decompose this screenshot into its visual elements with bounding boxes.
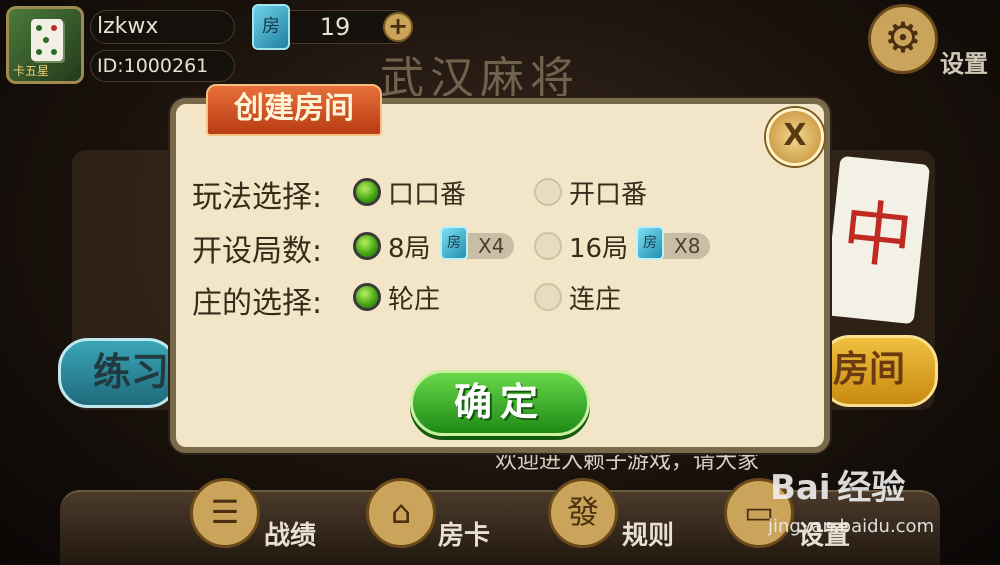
play-mode-label: 玩法选择:: [192, 180, 323, 215]
option-koukoufan[interactable]: 口口番: [388, 174, 466, 211]
game-title-logo: 武汉麻将: [380, 53, 580, 104]
username: lzkwx: [90, 10, 235, 44]
radio-8-rounds[interactable]: [353, 232, 381, 260]
tag-icon[interactable]: ⌂: [366, 478, 436, 548]
room-card-small-icon: 房: [440, 226, 468, 260]
radio-consecutive-dealer[interactable]: [534, 283, 562, 311]
room-card-icon: 房: [252, 4, 290, 50]
gear-icon: ⚙: [884, 13, 922, 62]
settings-button[interactable]: ⚙: [868, 4, 938, 74]
nav-rules-label[interactable]: 规则: [622, 515, 674, 552]
nav-roomcard-label[interactable]: 房卡: [438, 515, 490, 552]
mahjong-tile-icon: [31, 19, 63, 61]
settings-label: 设置: [940, 50, 988, 78]
radio-rotate-dealer[interactable]: [353, 283, 381, 311]
red-dragon-tile: 中: [823, 155, 931, 325]
option-16-rounds[interactable]: 16局: [569, 228, 628, 265]
dialog-title: 创建房间: [206, 84, 382, 136]
dealer-choice-label: 庄的选择:: [192, 286, 323, 321]
nav-record-label[interactable]: 战绩: [264, 515, 316, 552]
close-icon[interactable]: X: [766, 108, 824, 166]
round-count-label: 开设局数:: [192, 234, 323, 269]
record-icon[interactable]: ☰: [190, 478, 260, 548]
room-card-count: 19: [319, 13, 351, 41]
baidu-watermark: Bai 经验: [770, 468, 906, 508]
radio-koukoufan[interactable]: [353, 178, 381, 206]
practice-button[interactable]: 练习: [58, 338, 178, 408]
option-kaikoufan[interactable]: 开口番: [569, 174, 647, 211]
avatar[interactable]: 卡五星: [6, 6, 84, 84]
radio-16-rounds[interactable]: [534, 232, 562, 260]
option-rotate-dealer[interactable]: 轮庄: [388, 279, 440, 316]
room-card-small-icon: 房: [636, 226, 664, 260]
avatar-caption: 卡五星: [13, 64, 50, 78]
user-id: ID:1000261: [90, 50, 235, 82]
option-8-rounds[interactable]: 8局: [388, 228, 431, 265]
mahjong-tile-rules-icon[interactable]: 發: [548, 478, 618, 548]
option-consecutive-dealer[interactable]: 连庄: [569, 279, 621, 316]
join-room-button[interactable]: 房间: [820, 335, 938, 407]
radio-kaikoufan[interactable]: [534, 178, 562, 206]
baidu-watermark-url: jingyan.baidu.com: [768, 516, 935, 537]
confirm-button[interactable]: 确定: [410, 370, 590, 436]
add-room-card-button[interactable]: +: [383, 12, 413, 42]
